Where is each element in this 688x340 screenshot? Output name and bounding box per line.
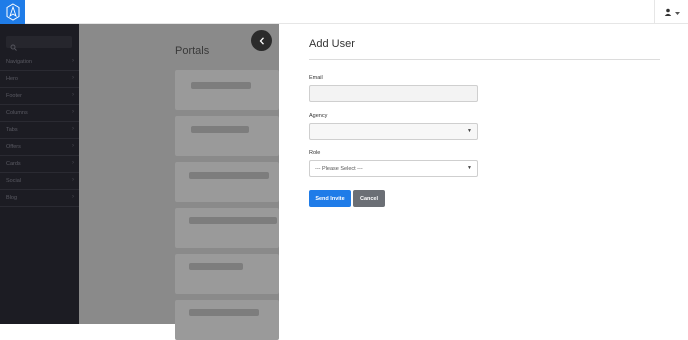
- email-field[interactable]: [309, 85, 478, 102]
- chevron-left-icon: [259, 32, 265, 50]
- caret-down-icon: ▼: [467, 128, 472, 134]
- agency-select[interactable]: ▼: [309, 123, 478, 140]
- portal-card[interactable]: [175, 70, 279, 110]
- role-label: Role: [309, 150, 321, 156]
- user-menu[interactable]: [654, 0, 688, 24]
- chevron-right-icon: ›: [72, 160, 74, 166]
- sidebar-item-tabs[interactable]: Tabs ›: [0, 122, 79, 139]
- portal-card[interactable]: [175, 208, 279, 248]
- chevron-right-icon: ›: [72, 58, 74, 64]
- sidebar-item-label: Offers: [6, 144, 21, 150]
- sidebar-item-hero[interactable]: Hero ›: [0, 71, 79, 88]
- email-label: Email: [309, 75, 323, 81]
- portal-card[interactable]: [175, 254, 279, 294]
- chevron-right-icon: ›: [72, 75, 74, 81]
- sidebar-item-blog[interactable]: Blog ›: [0, 190, 79, 207]
- caret-down-icon: ▼: [467, 165, 472, 171]
- caret-down-icon: [674, 3, 680, 21]
- sidebar-item-label: Navigation: [6, 59, 32, 65]
- sidebar-search-input[interactable]: [6, 36, 72, 51]
- chevron-right-icon: ›: [72, 92, 74, 98]
- sidebar-item-offers[interactable]: Offers ›: [0, 139, 79, 156]
- sidebar-item-label: Social: [6, 178, 21, 184]
- sidebar-item-social[interactable]: Social ›: [0, 173, 79, 190]
- sidebar: Navigation › Hero › Footer › Columns › T…: [0, 24, 79, 324]
- sidebar-item-footer[interactable]: Footer ›: [0, 88, 79, 105]
- send-invite-button[interactable]: Send Invite: [309, 190, 351, 207]
- role-select[interactable]: --- Please Select --- ▼: [309, 160, 478, 177]
- role-value: --- Please Select ---: [315, 166, 363, 172]
- sidebar-item-label: Hero: [6, 76, 18, 82]
- chevron-right-icon: ›: [72, 143, 74, 149]
- sidebar-item-label: Cards: [6, 161, 21, 167]
- close-panel-button[interactable]: [251, 30, 272, 51]
- add-user-panel: Add User Email Agency ▼ Role --- Please …: [279, 24, 688, 324]
- portal-card[interactable]: [175, 300, 279, 340]
- cancel-button[interactable]: Cancel: [353, 190, 385, 207]
- sidebar-item-columns[interactable]: Columns ›: [0, 105, 79, 122]
- divider: [309, 59, 660, 60]
- portal-logo-icon[interactable]: [0, 0, 25, 24]
- sidebar-item-label: Footer: [6, 93, 22, 99]
- sidebar-item-navigation[interactable]: Navigation ›: [0, 54, 79, 71]
- portal-card[interactable]: [175, 162, 279, 202]
- chevron-right-icon: ›: [72, 194, 74, 200]
- chevron-right-icon: ›: [72, 109, 74, 115]
- chevron-right-icon: ›: [72, 177, 74, 183]
- chevron-right-icon: ›: [72, 126, 74, 132]
- agency-label: Agency: [309, 113, 328, 119]
- main-content-overlay: Portals: [79, 24, 279, 340]
- sidebar-item-label: Tabs: [6, 127, 18, 133]
- sidebar-item-label: Columns: [6, 110, 28, 116]
- sidebar-item-cards[interactable]: Cards ›: [0, 156, 79, 173]
- panel-title: Add User: [309, 38, 355, 50]
- portal-card[interactable]: [175, 116, 279, 156]
- sidebar-item-label: Blog: [6, 195, 18, 201]
- top-bar: [0, 0, 688, 24]
- user-icon: [664, 3, 672, 21]
- page-title: Portals: [175, 45, 210, 57]
